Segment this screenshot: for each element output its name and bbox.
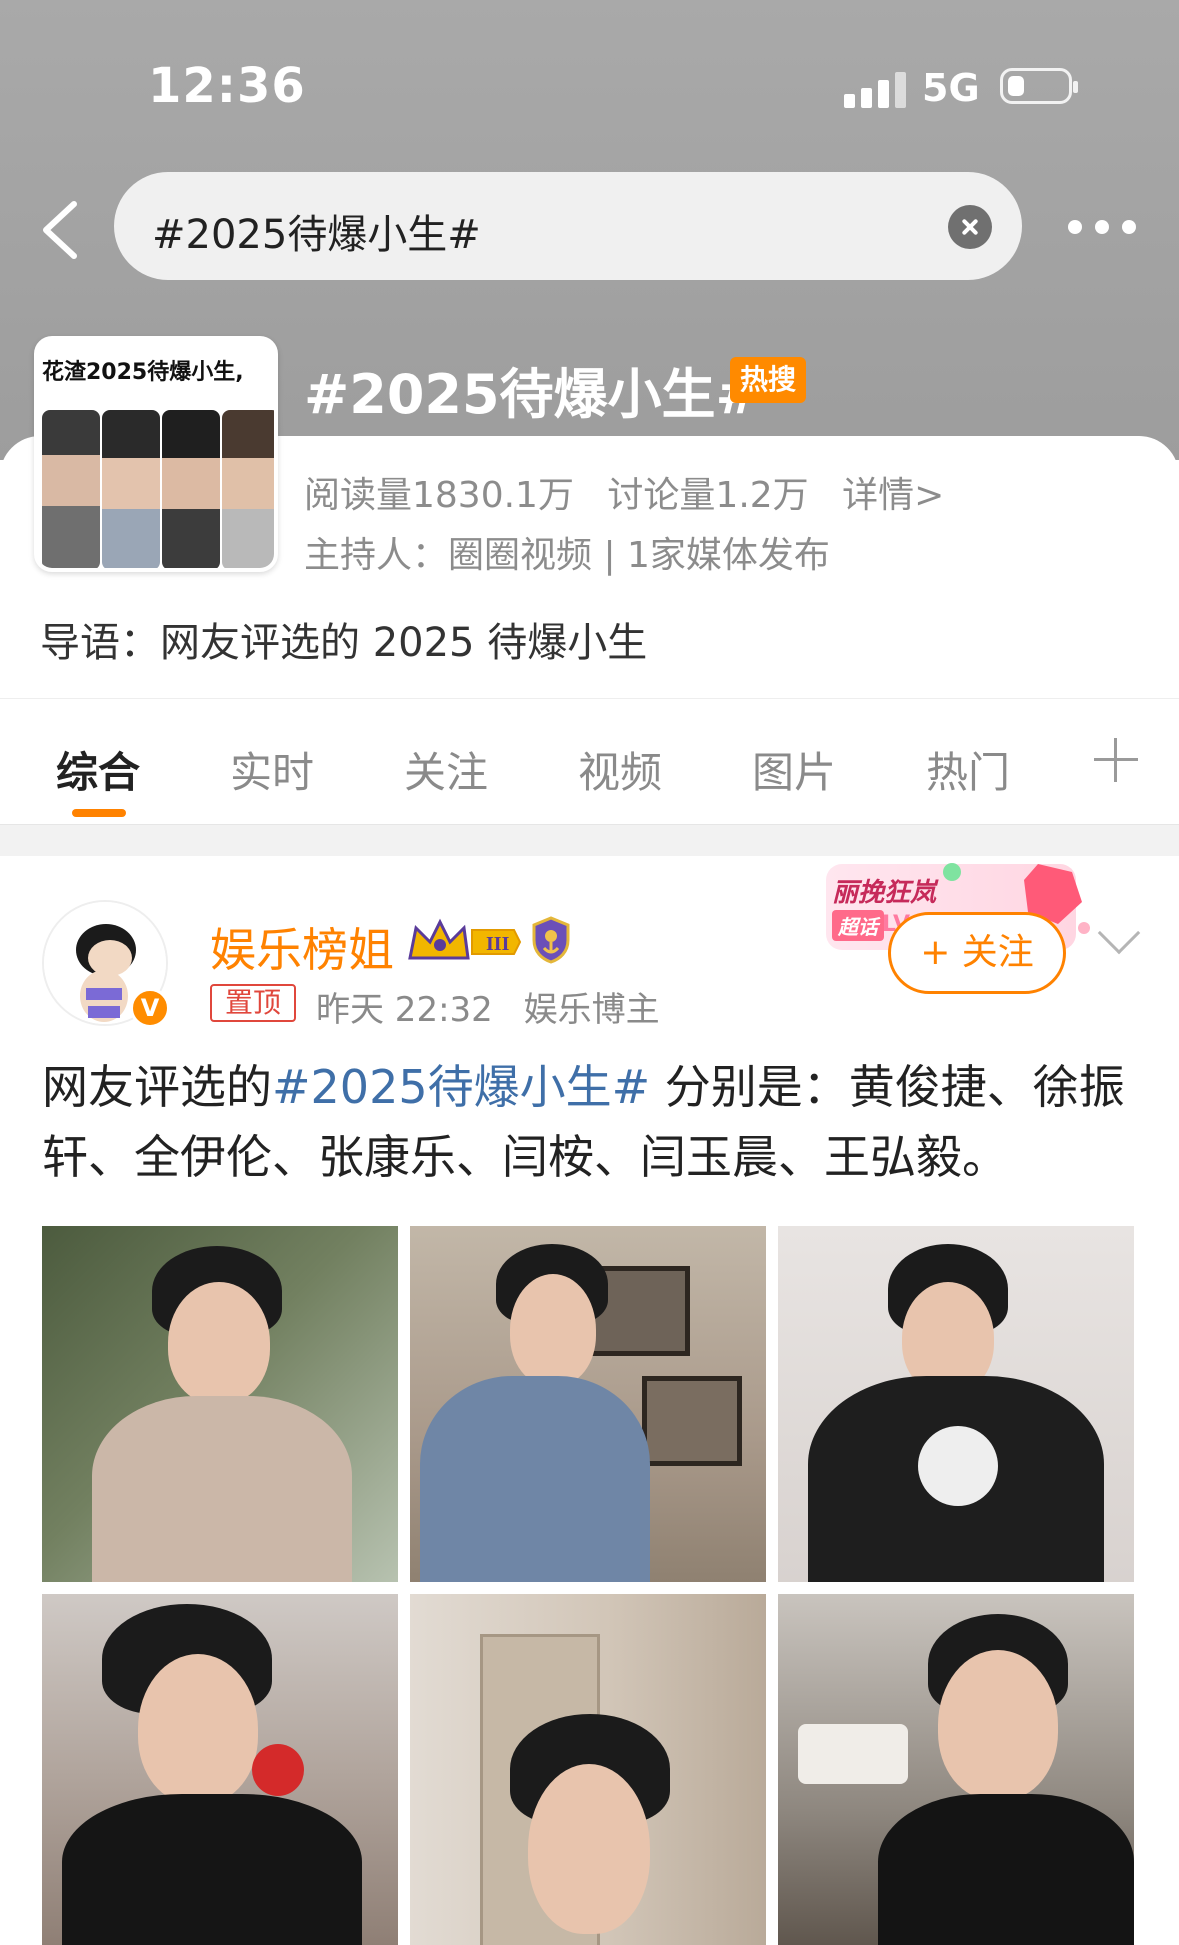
- back-arrow-icon[interactable]: [38, 198, 88, 262]
- battery-icon: [1000, 68, 1078, 104]
- svg-text:III: III: [486, 933, 510, 955]
- plus-icon[interactable]: [1094, 738, 1138, 782]
- topic-stats: 阅读量1830.1万 讨论量1.2万 详情>: [304, 466, 966, 518]
- tab-bar: 综合 实时 关注 视频 图片 热门: [0, 698, 1179, 824]
- topic-thumbnail[interactable]: 花渣2025待爆小生,: [34, 336, 278, 572]
- read-count: 阅读量1830.1万: [304, 475, 574, 516]
- signal-icon: [844, 70, 914, 108]
- follow-button[interactable]: + 关注: [888, 912, 1066, 994]
- details-link[interactable]: 详情>: [842, 475, 944, 516]
- shield-icon: [532, 916, 570, 964]
- hashtag-link[interactable]: #2025待爆小生#: [272, 1060, 650, 1114]
- post-photo[interactable]: [42, 1226, 398, 1582]
- section-divider: [0, 824, 1179, 856]
- promo-title: 丽挽狂岚: [832, 878, 937, 908]
- verified-icon: V: [130, 988, 170, 1028]
- post-photo[interactable]: [410, 1594, 766, 1945]
- post-photo[interactable]: [778, 1226, 1134, 1582]
- post-meta: 昨天 22:32 娱乐博主: [316, 982, 680, 1031]
- thumbnail-caption: 花渣2025待爆小生,: [42, 360, 244, 385]
- active-tab-indicator: [72, 809, 126, 817]
- post-photo[interactable]: [778, 1594, 1134, 1945]
- pinned-badge: 置顶: [210, 984, 296, 1022]
- tab-hot[interactable]: 热门: [926, 739, 1010, 800]
- status-bar: 12:36 5G: [0, 0, 1179, 120]
- tab-images[interactable]: 图片: [752, 739, 836, 800]
- post-time: 昨天 22:32: [316, 990, 493, 1030]
- post-text-lead: 网友评选的: [42, 1060, 272, 1114]
- clear-icon[interactable]: [948, 205, 992, 249]
- tab-video[interactable]: 视频: [578, 739, 662, 800]
- topic-host: 主持人：圈圈视频 | 1家媒体发布: [304, 535, 830, 576]
- post-photo[interactable]: [410, 1226, 766, 1582]
- topic-title: #2025待爆小生#: [304, 363, 761, 426]
- thumbnail-faces: [38, 410, 274, 568]
- search-query[interactable]: #2025待爆小生#: [152, 202, 481, 260]
- tab-following[interactable]: 关注: [404, 739, 488, 800]
- chevron-down-icon[interactable]: [1097, 911, 1141, 955]
- post-photo[interactable]: [42, 1594, 398, 1945]
- author-role: 娱乐博主: [523, 990, 660, 1030]
- search-input[interactable]: #2025待爆小生#: [114, 172, 1022, 280]
- more-icon[interactable]: [1068, 218, 1136, 238]
- post-text: 网友评选的#2025待爆小生# 分别是：黄俊捷、徐振轩、全伊伦、张康乐、闫桉、闫…: [42, 1052, 1142, 1192]
- promo-supertopic: 超话: [832, 910, 884, 941]
- network-type: 5G: [922, 66, 980, 110]
- author-name[interactable]: 娱乐榜姐: [210, 914, 394, 980]
- discussion-count: 讨论量1.2万: [607, 475, 809, 516]
- tab-realtime[interactable]: 实时: [230, 739, 314, 800]
- status-time: 12:36: [148, 58, 306, 114]
- topic-intro: 导语：网友评选的 2025 待爆小生: [40, 620, 648, 666]
- crown-icon: III: [408, 918, 522, 960]
- photo-grid: [42, 1226, 1138, 1945]
- hot-search-badge: 热搜: [730, 357, 806, 403]
- tab-comprehensive[interactable]: 综合: [56, 739, 140, 800]
